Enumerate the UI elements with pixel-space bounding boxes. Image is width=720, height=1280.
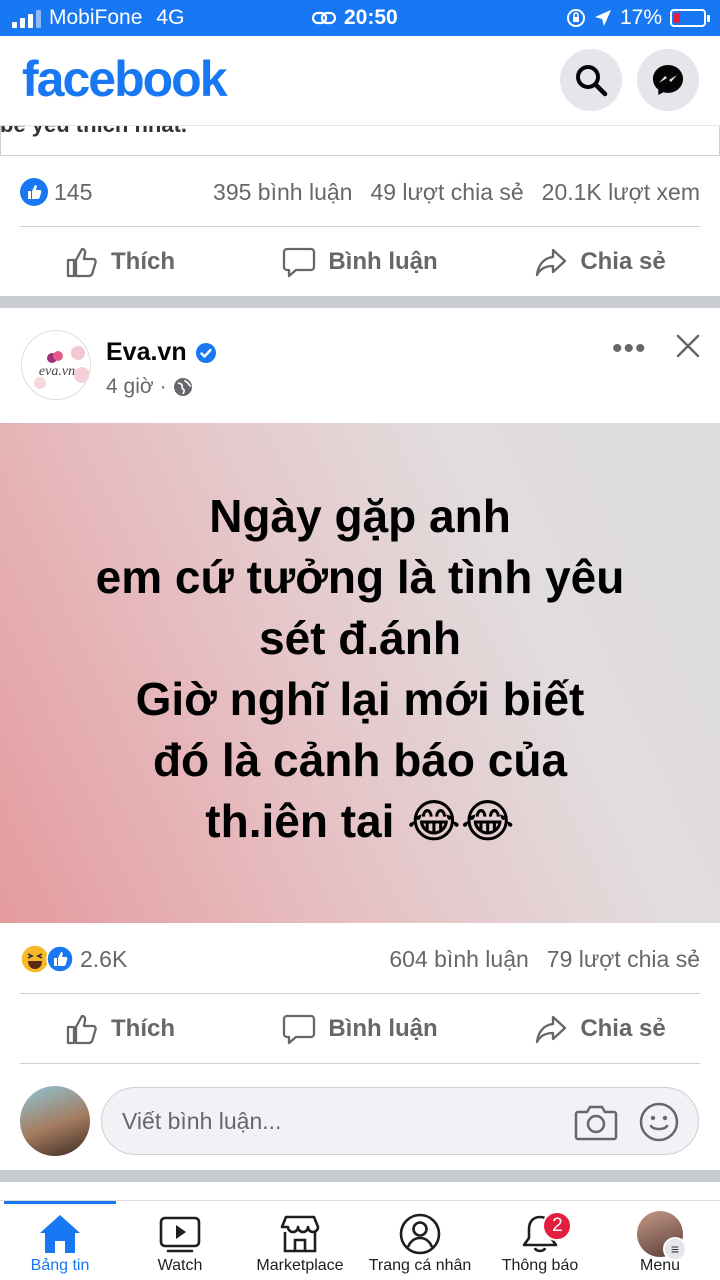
post-image[interactable]: Ngày gặp anh em cứ tưởng là tình yêu sét…	[0, 423, 720, 923]
like-button[interactable]: Thích	[0, 245, 240, 279]
tab-label: Marketplace	[256, 1257, 344, 1274]
page-name[interactable]: Eva.vn	[106, 338, 217, 367]
tab-menu[interactable]: Menu	[600, 1201, 720, 1280]
tab-label: Bảng tin	[30, 1257, 90, 1274]
svg-text:eva.vn: eva.vn	[39, 364, 75, 379]
comment-placeholder: Viết bình luận...	[122, 1108, 282, 1134]
comment-count[interactable]: 395 bình luận	[213, 179, 352, 206]
clock: 20:50	[344, 6, 398, 29]
comment-input[interactable]: Viết bình luận...	[101, 1087, 699, 1155]
divider	[20, 226, 700, 227]
comment-count[interactable]: 604 bình luận	[389, 946, 528, 973]
tab-label: Trang cá nhân	[368, 1257, 472, 1274]
notification-badge: 2	[542, 1211, 573, 1241]
facebook-logo[interactable]: facebook	[22, 50, 228, 108]
share-button[interactable]: Chia sẻ	[480, 1012, 720, 1046]
previous-post-stats: 145 395 bình luận 49 lượt chia sẻ 20.1K …	[20, 167, 700, 217]
feed-separator	[0, 296, 720, 308]
comment-icon	[283, 247, 316, 278]
signal-icon	[12, 8, 41, 28]
text-line: Giờ nghĩ lại mới biết	[135, 673, 585, 725]
status-bar: MobiFone 4G 20:50 17%	[0, 0, 720, 36]
like-label: Thích	[111, 248, 175, 275]
close-icon[interactable]	[674, 332, 702, 365]
divider	[20, 993, 700, 994]
tab-label: Watch	[157, 1257, 203, 1274]
post-actions: Thích Bình luận Chia sẻ	[0, 995, 720, 1063]
search-icon	[576, 65, 608, 97]
text-line: th.iên tai 😂😂	[205, 795, 515, 847]
battery-percent: 17%	[619, 6, 662, 29]
location-icon	[594, 10, 611, 26]
marketplace-icon	[280, 1215, 320, 1253]
tab-marketplace[interactable]: Marketplace	[240, 1201, 360, 1280]
page-avatar[interactable]: eva.vn	[21, 330, 91, 400]
more-options-icon[interactable]: •••	[612, 332, 647, 366]
globe-icon	[173, 378, 192, 396]
comment-icon	[283, 1014, 316, 1045]
share-icon	[536, 248, 567, 277]
tab-label: Thông báo	[501, 1257, 579, 1274]
like-button[interactable]: Thích	[0, 1012, 240, 1046]
search-button[interactable]	[560, 49, 622, 111]
bottom-nav: Bảng tin Watch Marketplace Trang cá nhân…	[0, 1200, 720, 1280]
comment-label: Bình luận	[328, 248, 438, 275]
post-time[interactable]: 4 giờ	[106, 375, 154, 399]
rotation-lock-icon	[566, 9, 585, 27]
camera-icon[interactable]	[574, 1102, 618, 1147]
eva-logo-icon: eva.vn	[34, 346, 90, 389]
text-line: sét đ.ánh	[259, 612, 461, 664]
text-line: Ngày gặp anh	[209, 490, 511, 542]
comment-button[interactable]: Bình luận	[240, 245, 480, 279]
share-label: Chia sẻ	[580, 1015, 666, 1042]
text-line: em cứ tưởng là tình yêu	[95, 551, 625, 603]
share-icon	[536, 1015, 567, 1044]
feed-separator	[0, 1170, 720, 1182]
user-avatar[interactable]	[20, 1086, 90, 1156]
tab-home[interactable]: Bảng tin	[0, 1201, 120, 1280]
tab-watch[interactable]: Watch	[120, 1201, 240, 1280]
divider	[20, 1063, 700, 1064]
carrier-name: MobiFone	[49, 6, 143, 29]
tab-notifications[interactable]: Thông báo 2	[480, 1201, 600, 1280]
text-line: đó là cảnh báo của	[152, 734, 568, 786]
top-header: facebook	[0, 36, 720, 126]
post-stats: 2.6K 604 bình luận 79 lượt chia sẻ	[20, 934, 700, 984]
menu-avatar	[637, 1211, 687, 1261]
previous-post-actions: Thích Bình luận Chia sẻ	[0, 228, 720, 296]
link-icon	[312, 11, 336, 25]
network-type: 4G	[156, 6, 185, 29]
messenger-button[interactable]	[637, 49, 699, 111]
previous-post-frame	[0, 126, 720, 156]
watch-icon	[159, 1216, 201, 1253]
tab-profile[interactable]: Trang cá nhân	[360, 1201, 480, 1280]
post-meta: 4 giờ ·	[106, 375, 193, 399]
verified-icon	[195, 342, 216, 363]
emoji-icon[interactable]	[638, 1101, 680, 1148]
view-count: 20.1K lượt xem	[541, 178, 700, 205]
profile-icon	[399, 1213, 441, 1255]
meta-dot: ·	[159, 375, 167, 398]
thumbs-up-icon	[66, 1014, 97, 1045]
comment-button[interactable]: Bình luận	[240, 1012, 480, 1046]
like-count[interactable]: 145	[54, 179, 92, 206]
share-label: Chia sẻ	[580, 248, 666, 275]
battery-icon	[670, 9, 710, 27]
share-count[interactable]: 79 lượt chia sẻ	[547, 946, 700, 973]
share-count[interactable]: 49 lượt chia sẻ	[370, 179, 523, 206]
share-button[interactable]: Chia sẻ	[480, 245, 720, 279]
post-image-text: Ngày gặp anh em cứ tưởng là tình yêu sét…	[96, 486, 625, 852]
thumbs-up-icon	[66, 247, 97, 278]
like-reaction-icon	[46, 945, 74, 973]
like-label: Thích	[111, 1015, 175, 1042]
like-reaction-icon	[20, 178, 48, 206]
comment-label: Bình luận	[328, 1015, 438, 1042]
messenger-icon	[653, 65, 683, 95]
reaction-count[interactable]: 2.6K	[80, 946, 127, 973]
home-icon	[40, 1215, 80, 1253]
